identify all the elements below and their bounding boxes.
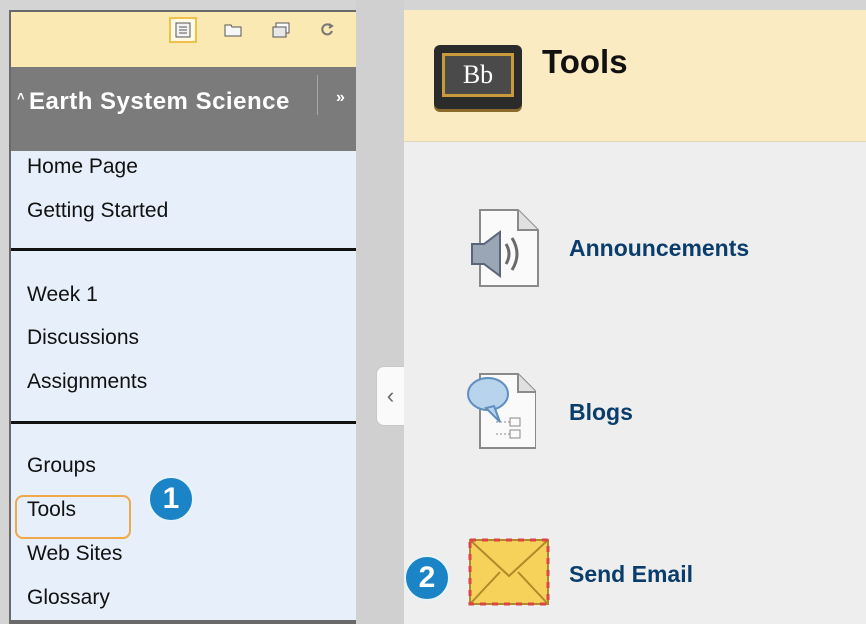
email-icon[interactable] — [468, 536, 550, 608]
logo-text: Bb — [442, 53, 514, 97]
expand-menu-icon[interactable]: » — [336, 89, 345, 107]
folder-view-icon[interactable] — [219, 17, 247, 43]
course-title-bar: ˄ Earth System Science » — [11, 67, 356, 151]
menu-item-discussions[interactable]: Discussions — [27, 326, 139, 350]
send-email-link[interactable]: Send Email — [569, 561, 693, 588]
title-divider — [317, 75, 318, 115]
window-icon[interactable] — [267, 17, 295, 43]
page-header: Bb Tools — [404, 10, 866, 142]
course-menu-toolbar — [11, 12, 356, 67]
course-title[interactable]: Earth System Science — [29, 87, 309, 117]
page-title: Tools — [542, 43, 628, 80]
course-menu: ˄ Earth System Science » Home Page Getti… — [9, 10, 356, 624]
announcements-link[interactable]: Announcements — [569, 235, 749, 262]
blog-icon[interactable] — [466, 370, 536, 450]
step-badge-1: 1 — [148, 476, 194, 522]
menu-bottom-border — [11, 620, 356, 624]
menu-splitter — [356, 0, 404, 624]
menu-divider — [11, 421, 356, 424]
announcement-icon[interactable] — [470, 208, 540, 288]
blackboard-course-view: ˄ Earth System Science » Home Page Getti… — [0, 0, 866, 624]
list-view-icon[interactable] — [169, 17, 197, 43]
blackboard-logo-icon: Bb — [434, 45, 522, 109]
content-area: Bb Tools Announcements Blogs Send Email … — [404, 10, 866, 624]
menu-item-getting-started[interactable]: Getting Started — [27, 199, 168, 223]
collapse-up-icon[interactable]: ˄ — [17, 89, 25, 104]
menu-item-assignments[interactable]: Assignments — [27, 370, 147, 394]
menu-item-week-1[interactable]: Week 1 — [27, 283, 98, 307]
collapse-menu-tab[interactable]: ‹ — [376, 366, 404, 426]
menu-item-web-sites[interactable]: Web Sites — [27, 542, 122, 566]
menu-item-tools[interactable]: Tools — [27, 498, 76, 522]
refresh-icon[interactable] — [313, 17, 341, 43]
step-badge-2: 2 — [404, 555, 450, 601]
chevron-left-icon: ‹ — [386, 383, 395, 408]
menu-divider — [11, 248, 356, 251]
menu-item-glossary[interactable]: Glossary — [27, 586, 110, 610]
menu-item-home-page[interactable]: Home Page — [27, 155, 138, 179]
menu-item-groups[interactable]: Groups — [27, 454, 96, 478]
blogs-link[interactable]: Blogs — [569, 399, 633, 426]
